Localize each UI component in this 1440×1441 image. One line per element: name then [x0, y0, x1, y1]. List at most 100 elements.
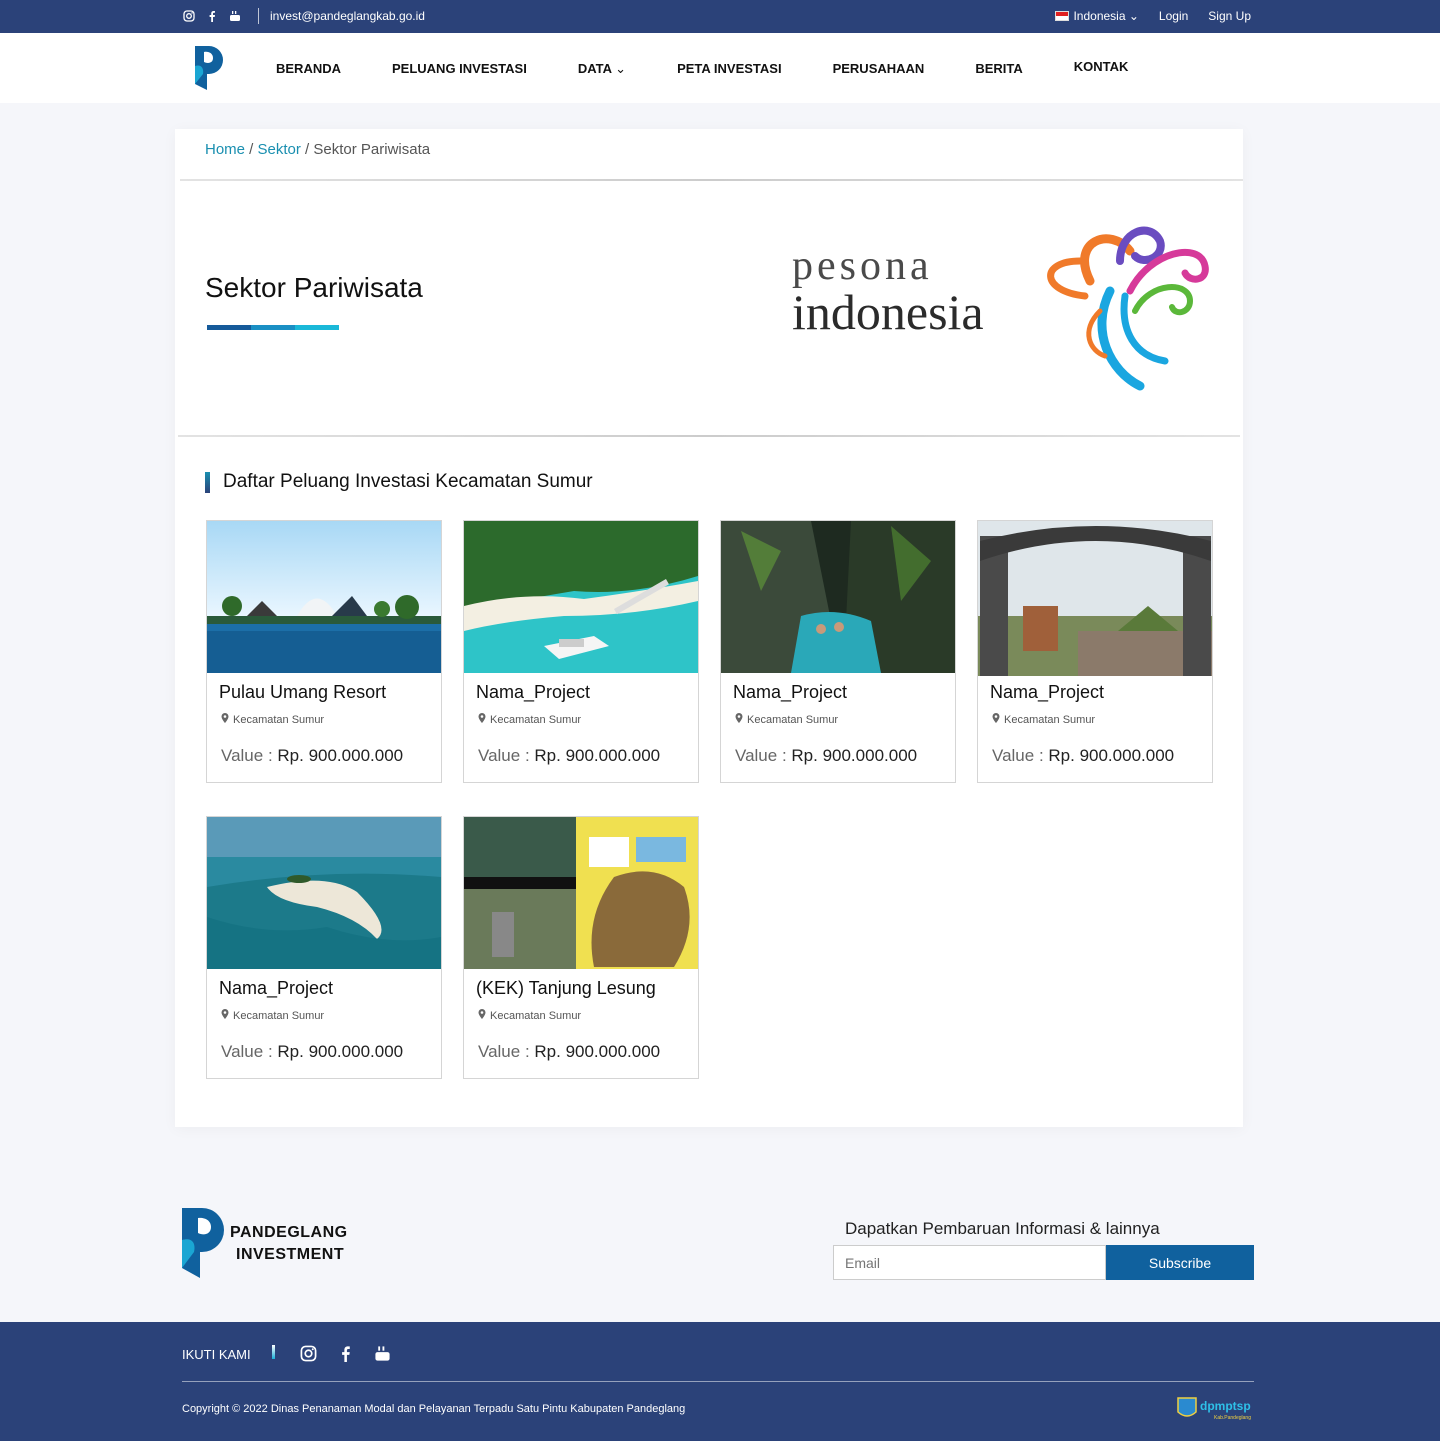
instagram-icon[interactable] [300, 1345, 317, 1367]
top-bar: invest@pandeglangkab.go.id Indonesia ⌄ L… [0, 0, 1440, 33]
project-value-label: Value : [478, 1042, 535, 1061]
nav-perusahaan[interactable]: PERUSAHAAN [833, 61, 925, 77]
project-location: Kecamatan Sumur [221, 1009, 324, 1022]
language-selector[interactable]: Indonesia ⌄ [1055, 9, 1139, 23]
nav-data-label: DATA [577, 61, 612, 76]
footer-bar: IKUTI KAMI Copyright © 2022 Dinas Penana… [0, 1322, 1440, 1441]
instagram-icon[interactable] [183, 10, 196, 23]
breadcrumb-home[interactable]: Home [205, 141, 245, 158]
project-card[interactable]: Pulau Umang Resort Kecamatan Sumur Value… [206, 520, 442, 783]
language-label: Indonesia [1073, 9, 1126, 23]
map-pin-icon [478, 1009, 486, 1022]
sector-card: Home / Sektor / Sektor Pariwisata Sektor… [175, 129, 1243, 1127]
nav-peluang-investasi[interactable]: PELUANG INVESTASI [392, 61, 527, 77]
project-image-canyon [721, 521, 955, 673]
dpmptsp-logo-text: dpmptsp [1200, 1399, 1251, 1413]
heading-accent-bar [205, 471, 210, 493]
footer-divider [182, 1381, 1254, 1382]
project-location-text: Kecamatan Sumur [747, 713, 839, 726]
project-value: Value : Rp. 900.000.000 [221, 1042, 403, 1062]
dpmptsp-logo-sub: Kab.Pandeglang [1214, 1415, 1251, 1421]
nav-berita[interactable]: BERITA [975, 61, 1022, 77]
project-location: Kecamatan Sumur [735, 713, 838, 726]
topbar-divider [258, 8, 259, 24]
project-image-masterplan [464, 817, 698, 969]
footer-logo[interactable]: PANDEGLANG INVESTMENT [182, 1206, 362, 1280]
project-location-text: Kecamatan Sumur [233, 713, 325, 726]
nav-kontak[interactable]: KONTAK [1074, 59, 1129, 75]
copyright-text: Copyright © 2022 Dinas Penanaman Modal d… [182, 1403, 686, 1415]
divider [180, 179, 1243, 181]
youtube-icon[interactable] [229, 10, 242, 23]
project-card[interactable]: Nama_Project Kecamatan Sumur Value : Rp.… [977, 520, 1213, 783]
project-location-text: Kecamatan Sumur [233, 1009, 325, 1022]
breadcrumb-sektor[interactable]: Sektor [258, 141, 301, 158]
underline-segment [207, 325, 251, 330]
chevron-down-icon: ⌄ [615, 61, 627, 76]
subscribe-button[interactable]: Subscribe [1106, 1245, 1254, 1280]
project-card[interactable]: Nama_Project Kecamatan Sumur Value : Rp.… [463, 520, 699, 783]
breadcrumb: Home / Sektor / Sektor Pariwisata [205, 141, 431, 158]
nav-menu: BERANDA PELUANG INVESTASI DATA ⌄ PETA IN… [276, 59, 1179, 77]
project-name: Nama_Project [219, 978, 334, 998]
project-image-resort [207, 521, 441, 673]
map-pin-icon [221, 713, 229, 726]
project-location-text: Kecamatan Sumur [1004, 713, 1096, 726]
project-card[interactable]: Nama_Project Kecamatan Sumur Value : Rp.… [720, 520, 956, 783]
project-value: Value : Rp. 900.000.000 [992, 746, 1174, 766]
title-underline [207, 325, 339, 330]
project-value-label: Value : [478, 746, 535, 765]
project-location: Kecamatan Sumur [992, 713, 1095, 726]
project-value-amount: Rp. 900.000.000 [534, 1042, 661, 1061]
list-heading: Daftar Peluang Investasi Kecamatan Sumur [205, 471, 593, 493]
signup-link[interactable]: Sign Up [1208, 9, 1251, 23]
project-image-sandbar [207, 817, 441, 969]
chevron-down-icon: ⌄ [1128, 9, 1139, 23]
dpmptsp-logo: dpmptsp Kab.Pandeglang [1176, 1394, 1256, 1422]
project-name: (KEK) Tanjung Lesung [476, 978, 656, 998]
map-pin-icon [221, 1009, 229, 1022]
breadcrumb-current: Sektor Pariwisata [313, 141, 431, 158]
project-value-amount: Rp. 900.000.000 [277, 746, 404, 765]
nav-data[interactable]: DATA ⌄ [578, 61, 626, 77]
map-pin-icon [478, 713, 486, 726]
facebook-icon[interactable] [337, 1345, 354, 1367]
project-value: Value : Rp. 900.000.000 [478, 1042, 660, 1062]
main-navigation: BERANDA PELUANG INVESTASI DATA ⌄ PETA IN… [0, 33, 1440, 103]
pesona-logo-line1: pesona [792, 243, 933, 289]
facebook-icon[interactable] [206, 10, 219, 23]
map-pin-icon [735, 713, 743, 726]
indonesia-flag-icon [1055, 11, 1070, 21]
project-value-label: Value : [735, 746, 792, 765]
nav-peta-investasi[interactable]: PETA INVESTASI [677, 61, 782, 77]
divider [178, 435, 1240, 437]
follow-label: IKUTI KAMI [182, 1347, 251, 1362]
project-location: Kecamatan Sumur [478, 713, 581, 726]
project-image-beach [464, 521, 698, 673]
topbar-right: Indonesia ⌄ Login Sign Up [1055, 9, 1251, 23]
nav-beranda[interactable]: BERANDA [276, 61, 341, 77]
project-card[interactable]: Nama_Project Kecamatan Sumur Value : Rp.… [206, 816, 442, 1079]
page-title: Sektor Pariwisata [205, 272, 423, 303]
login-link[interactable]: Login [1159, 9, 1188, 23]
project-value-amount: Rp. 900.000.000 [277, 1042, 404, 1061]
contact-email[interactable]: invest@pandeglangkab.go.id [270, 9, 425, 23]
site-logo[interactable] [192, 44, 228, 92]
map-pin-icon [992, 713, 1000, 726]
underline-segment [295, 325, 339, 330]
subscribe-title: Dapatkan Pembaruan Informasi & lainnya [845, 1219, 1160, 1238]
project-value: Value : Rp. 900.000.000 [735, 746, 917, 766]
pesona-indonesia-logo: pesona indonesia [790, 221, 1215, 391]
list-heading-text: Daftar Peluang Investasi Kecamatan Sumur [223, 471, 593, 492]
footer-social-links [300, 1345, 391, 1367]
pesona-logo-line2: indonesia [792, 284, 984, 340]
project-value-label: Value : [221, 746, 278, 765]
email-field[interactable] [833, 1245, 1106, 1280]
project-card[interactable]: (KEK) Tanjung Lesung Kecamatan Sumur Val… [463, 816, 699, 1079]
youtube-icon[interactable] [374, 1345, 391, 1367]
project-name: Nama_Project [990, 682, 1105, 702]
project-value-amount: Rp. 900.000.000 [534, 746, 661, 765]
project-location-text: Kecamatan Sumur [490, 1009, 582, 1022]
project-name: Pulau Umang Resort [219, 682, 387, 702]
project-image-gate [978, 521, 1212, 676]
